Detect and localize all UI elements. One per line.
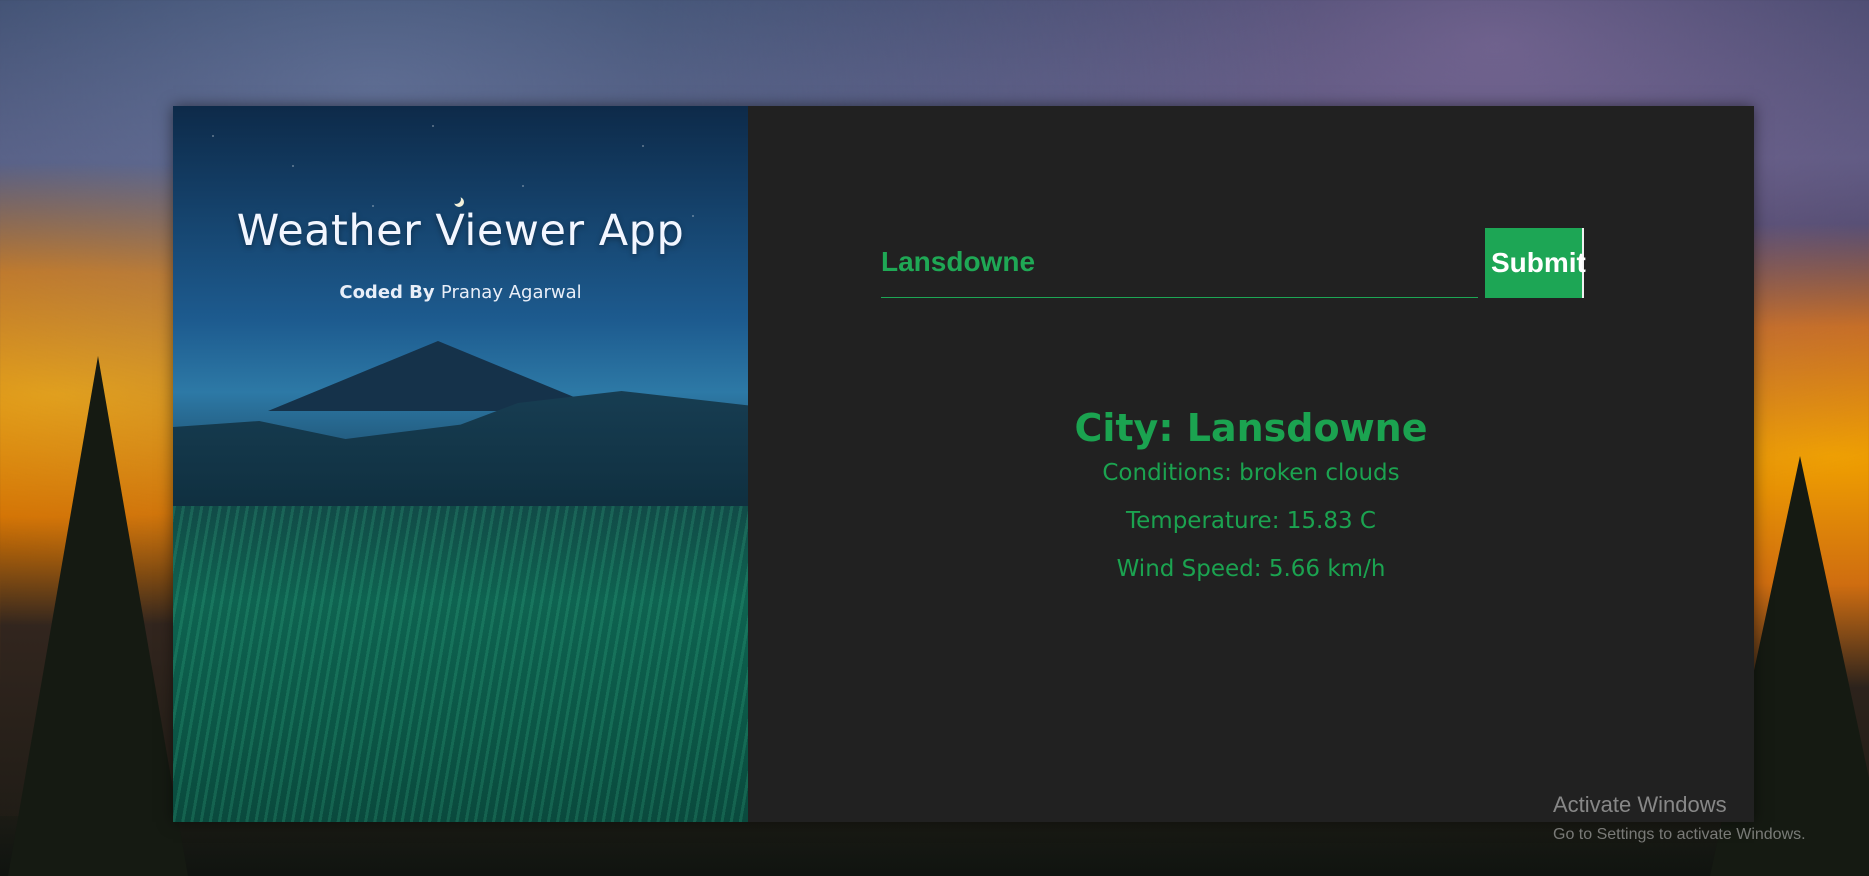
grass-field-illustration <box>173 506 748 822</box>
weather-info: City: Lansdowne Conditions: broken cloud… <box>748 406 1754 604</box>
conditions-text: Conditions: broken clouds <box>1102 460 1400 486</box>
temperature-text: Temperature: 15.83 C <box>1126 508 1376 534</box>
weather-card: Weather Viewer App Coded By Pranay Agarw… <box>173 106 1754 822</box>
credit-name: Pranay Agarwal <box>440 282 582 303</box>
moon-icon <box>451 194 461 204</box>
submit-button[interactable]: Submit <box>1485 228 1586 298</box>
background-treeline <box>0 816 1869 876</box>
credit-prefix: Coded By <box>339 282 435 303</box>
city-input[interactable] <box>881 227 1478 298</box>
search-row: Submit <box>881 226 1619 298</box>
weather-panel: Submit City: Lansdowne Conditions: broke… <box>748 106 1754 822</box>
background-tree <box>8 356 188 876</box>
app-credit: Coded By Pranay Agarwal <box>173 282 748 303</box>
app-title: Weather Viewer App <box>236 206 685 256</box>
hero-panel: Weather Viewer App Coded By Pranay Agarw… <box>173 106 748 822</box>
city-title: City: Lansdowne <box>1074 406 1428 450</box>
wind-speed-text: Wind Speed: 5.66 km/h <box>1116 556 1386 582</box>
activation-watermark-subtitle: Go to Settings to activate Windows. <box>1553 826 1806 843</box>
activation-watermark-title: Activate Windows <box>1553 792 1727 817</box>
